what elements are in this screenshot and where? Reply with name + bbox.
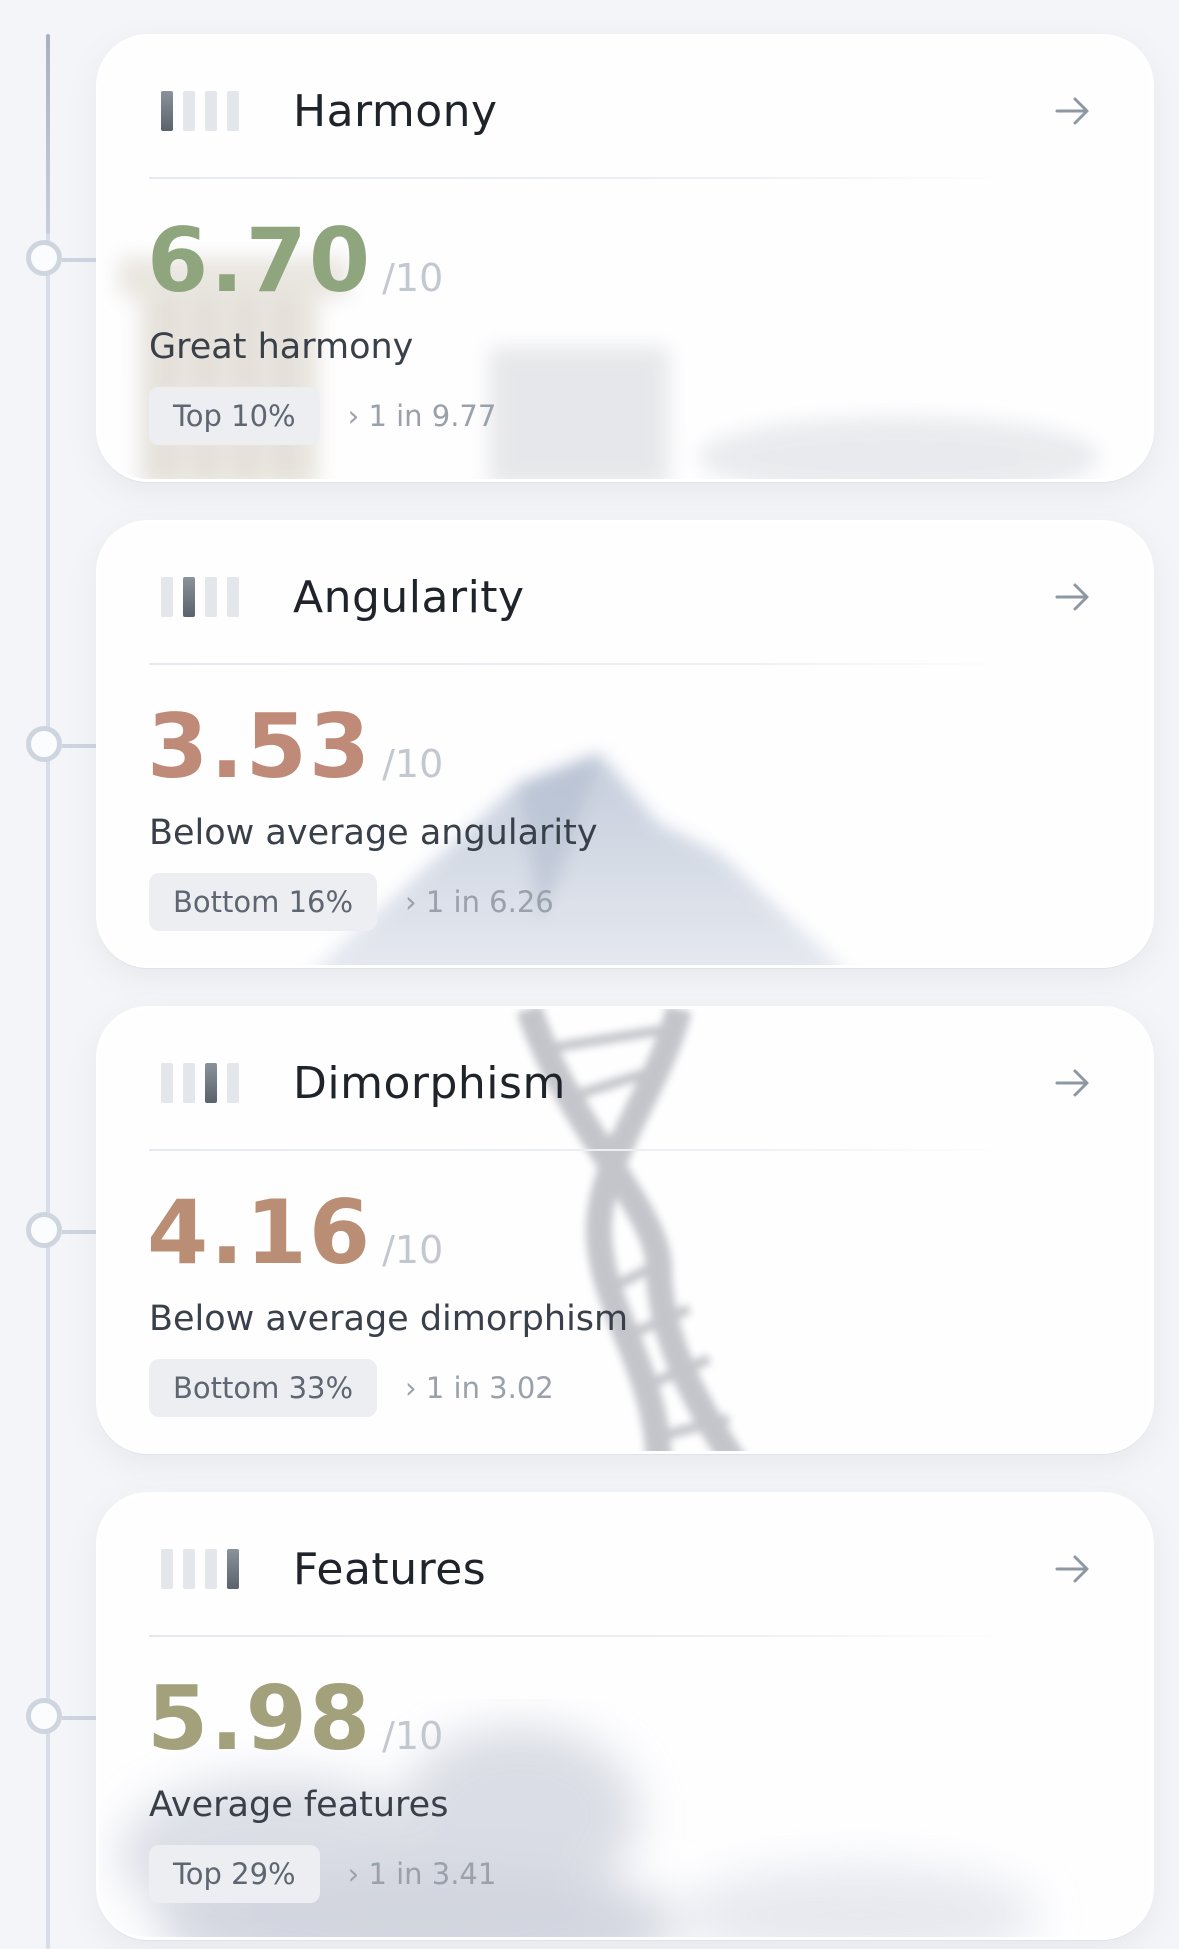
score-denominator: /10 <box>382 742 444 786</box>
arrow-right-icon[interactable] <box>1045 1541 1101 1597</box>
score-row: 4.16 /10 <box>147 1189 443 1277</box>
score-value: 6.70 <box>147 209 373 312</box>
card-title: Features <box>293 1543 487 1595</box>
arrow-right-icon[interactable] <box>1045 83 1101 139</box>
score-denominator: /10 <box>382 256 444 300</box>
score-row: 6.70 /10 <box>147 217 443 305</box>
card-title: Angularity <box>293 571 525 623</box>
bar-segment <box>205 1063 217 1103</box>
score-description: Average features <box>149 1785 449 1825</box>
rarity-ratio: › 1 in 3.41 <box>347 1857 497 1891</box>
bar-segment <box>227 1549 239 1589</box>
bar-segment <box>227 1063 239 1103</box>
score-description: Below average angularity <box>149 813 598 853</box>
arrow-right-icon[interactable] <box>1045 1055 1101 1111</box>
card-features[interactable]: Features 5.98 /10 Average features Top 2… <box>96 1492 1154 1940</box>
score-value: 4.16 <box>147 1181 373 1284</box>
percentile-row: Top 10% › 1 in 9.77 <box>149 387 496 445</box>
timeline-node <box>26 1698 98 1734</box>
bar-segment <box>183 1549 195 1589</box>
bar-segment <box>205 577 217 617</box>
timeline-node <box>26 726 98 762</box>
divider <box>149 663 1009 665</box>
card-header: Harmony <box>149 73 1101 149</box>
percentile-row: Bottom 33% › 1 in 3.02 <box>149 1359 554 1417</box>
card-harmony[interactable]: Harmony 6.70 /10 Great harmony Top 10% ›… <box>96 34 1154 482</box>
card-title: Dimorphism <box>293 1057 566 1109</box>
score-row: 5.98 /10 <box>147 1675 443 1763</box>
card-dimorphism[interactable]: Dimorphism 4.16 /10 Below average dimorp… <box>96 1006 1154 1454</box>
card-angularity[interactable]: Angularity 3.53 /10 Below average angula… <box>96 520 1154 968</box>
rarity-ratio: › 1 in 9.77 <box>347 399 497 433</box>
card-header: Angularity <box>149 559 1101 635</box>
score-denominator: /10 <box>382 1714 444 1758</box>
percentile-badge: Top 29% <box>149 1845 320 1903</box>
rarity-ratio: › 1 in 6.26 <box>405 885 554 919</box>
bar-segment <box>183 1063 195 1103</box>
progress-bars-icon <box>161 1549 257 1589</box>
score-description: Below average dimorphism <box>149 1299 629 1339</box>
percentile-badge: Top 10% <box>149 387 320 445</box>
bar-segment <box>227 577 239 617</box>
bar-segment <box>205 91 217 131</box>
progress-bars-icon <box>161 1063 257 1103</box>
percentile-badge: Bottom 33% <box>149 1359 378 1417</box>
bar-segment <box>227 91 239 131</box>
card-header: Dimorphism <box>149 1045 1101 1121</box>
score-denominator: /10 <box>382 1228 444 1272</box>
progress-bars-icon <box>161 91 257 131</box>
bar-segment <box>161 1549 173 1589</box>
bar-segment <box>161 577 173 617</box>
bar-segment <box>205 1549 217 1589</box>
progress-bars-icon <box>161 577 257 617</box>
arrow-right-icon[interactable] <box>1045 569 1101 625</box>
divider <box>149 1149 1009 1151</box>
timeline-line <box>46 34 50 1949</box>
timeline-node <box>26 240 98 276</box>
divider <box>149 177 1009 179</box>
bar-segment <box>183 91 195 131</box>
score-value: 3.53 <box>147 695 373 798</box>
score-row: 3.53 /10 <box>147 703 443 791</box>
score-description: Great harmony <box>149 327 414 367</box>
percentile-badge: Bottom 16% <box>149 873 378 931</box>
percentile-row: Top 29% › 1 in 3.41 <box>149 1845 496 1903</box>
bar-segment <box>161 91 173 131</box>
bar-segment <box>161 1063 173 1103</box>
divider <box>149 1635 1009 1637</box>
percentile-row: Bottom 16% › 1 in 6.26 <box>149 873 554 931</box>
rarity-ratio: › 1 in 3.02 <box>405 1371 554 1405</box>
score-value: 5.98 <box>147 1667 373 1770</box>
timeline-node <box>26 1212 98 1248</box>
card-title: Harmony <box>293 85 498 137</box>
card-header: Features <box>149 1531 1101 1607</box>
bar-segment <box>183 577 195 617</box>
